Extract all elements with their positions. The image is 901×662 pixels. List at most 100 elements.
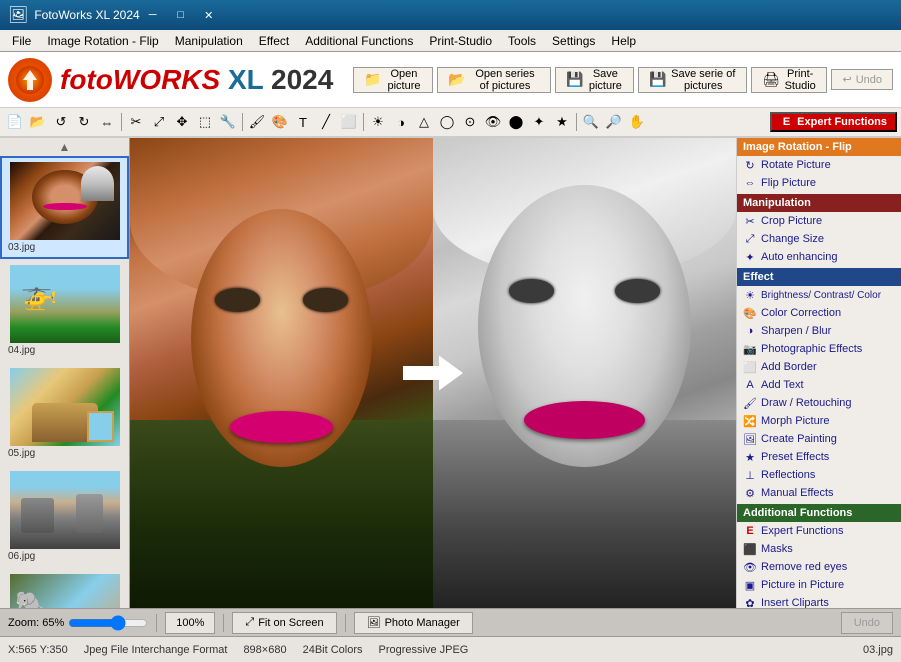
thumb-image-3 <box>10 471 120 549</box>
app-icon: 🖼 <box>8 5 28 25</box>
tool-crop[interactable]: ✂ <box>125 111 147 133</box>
tool-resize[interactable]: ⤢ <box>148 111 170 133</box>
auto-enhancing-item[interactable]: ✦ Auto enhancing <box>737 248 901 266</box>
tool-paint[interactable]: 🖌 <box>246 111 268 133</box>
add-border-item[interactable]: ⬜ Add Border <box>737 358 901 376</box>
thumbnail-item-1[interactable]: 🚁 04.jpg <box>0 259 129 362</box>
toolbar-separator-3 <box>363 113 364 131</box>
thumbnail-panel[interactable]: ▲ 03.jpg 🚁 04.jpg 05.jpg <box>0 138 130 608</box>
tool-sharpen[interactable]: △ <box>413 111 435 133</box>
tool-rotate-cw[interactable]: ↻ <box>73 111 95 133</box>
thumb-image-2 <box>10 368 120 446</box>
tool-text[interactable]: T <box>292 111 314 133</box>
menu-image-rotation[interactable]: Image Rotation - Flip <box>39 32 166 50</box>
change-size-item[interactable]: ⤢ Change Size <box>737 230 901 248</box>
rotate-picture-item[interactable]: ↻ Rotate Picture <box>737 156 901 174</box>
menu-print-studio[interactable]: Print-Studio <box>421 32 500 50</box>
menubar: File Image Rotation - Flip Manipulation … <box>0 30 901 52</box>
expert-functions-item[interactable]: E Expert Functions <box>737 522 901 540</box>
close-button[interactable]: ✕ <box>196 5 222 25</box>
thumbnail-item-0[interactable]: 03.jpg <box>0 156 129 259</box>
undo-button[interactable]: ↩ Undo <box>831 69 893 90</box>
logobar: fotoWORKS XL 2024 📁 Open picture 📂 Open … <box>0 52 901 108</box>
menu-file[interactable]: File <box>4 32 39 50</box>
zoom-100-button[interactable]: 100% <box>165 612 215 634</box>
additional-header[interactable]: Additional Functions <box>737 504 901 522</box>
maximize-button[interactable]: □ <box>168 5 194 25</box>
preset-icon: ★ <box>743 450 757 464</box>
tool-redeye[interactable]: 👁 <box>482 111 504 133</box>
undo-bottom-button[interactable]: Undo <box>841 612 893 634</box>
image-rotation-header[interactable]: Image Rotation - Flip <box>737 138 901 156</box>
tool-effect1[interactable]: ✦ <box>528 111 550 133</box>
tool-line[interactable]: ╱ <box>315 111 337 133</box>
menu-tools[interactable]: Tools <box>500 32 544 50</box>
logo-foto: foto <box>60 64 113 95</box>
logo-xl: XL <box>228 64 271 95</box>
photo-manager-button[interactable]: 🖼 Photo Manager <box>354 612 473 634</box>
print-studio-button[interactable]: 🖨 Print-Studio <box>751 67 827 93</box>
toolbar-separator-4 <box>576 113 577 131</box>
menu-additional[interactable]: Additional Functions <box>297 32 421 50</box>
photo-manager-icon: 🖼 <box>367 616 381 629</box>
print-icon: 🖨 <box>762 71 780 88</box>
masks-item[interactable]: ⬛ Masks <box>737 540 901 558</box>
tool-effect2[interactable]: ★ <box>551 111 573 133</box>
create-painting-item[interactable]: 🖼 Create Painting <box>737 430 901 448</box>
tool-color[interactable]: 🎨 <box>269 111 291 133</box>
tool-flip-h[interactable]: ⇔ <box>96 111 118 133</box>
photographic-effects-item[interactable]: 📷 Photographic Effects <box>737 340 901 358</box>
draw-retouching-item[interactable]: 🖌 Draw / Retouching <box>737 394 901 412</box>
tool-clone[interactable]: ⊙ <box>459 111 481 133</box>
thumbnail-item-4[interactable]: 🐘 Text 07.jpg <box>0 568 129 608</box>
tool-zoom-in[interactable]: 🔍 <box>580 111 602 133</box>
reflections-item[interactable]: ⊥ Reflections <box>737 466 901 484</box>
tool-contrast[interactable]: ◑ <box>390 111 412 133</box>
thumbnail-item-2[interactable]: 05.jpg <box>0 362 129 465</box>
menu-manipulation[interactable]: Manipulation <box>167 32 251 50</box>
toolbar-buttons: 📁 Open picture 📂 Open series of pictures… <box>353 67 893 93</box>
thumbnail-item-3[interactable]: 06.jpg <box>0 465 129 568</box>
save-picture-button[interactable]: 💾 Save picture <box>555 67 634 93</box>
scrollbar-up[interactable]: ▲ <box>0 138 129 156</box>
zoom-slider[interactable] <box>68 617 148 629</box>
morph-picture-item[interactable]: 🔀 Morph Picture <box>737 412 901 430</box>
save-serie-button[interactable]: 💾 Save serie of pictures <box>638 67 747 93</box>
tool-shape[interactable]: ⬜ <box>338 111 360 133</box>
bottom-sep-2 <box>223 614 224 632</box>
menu-settings[interactable]: Settings <box>544 32 603 50</box>
crop-picture-item[interactable]: ✂ Crop Picture <box>737 212 901 230</box>
sharpen-blur-item[interactable]: ◑ Sharpen / Blur <box>737 322 901 340</box>
tool-select[interactable]: ⬚ <box>194 111 216 133</box>
tool-move[interactable]: ✥ <box>171 111 193 133</box>
photo-effects-icon: 📷 <box>743 342 757 356</box>
tool-rotate-ccw[interactable]: ↺ <box>50 111 72 133</box>
tool-new[interactable]: 📄 <box>4 111 26 133</box>
manual-effects-item[interactable]: ⚙ Manual Effects <box>737 484 901 502</box>
effect-header[interactable]: Effect <box>737 268 901 286</box>
flip-picture-item[interactable]: ⇔ Flip Picture <box>737 174 901 192</box>
tool-open[interactable]: 📂 <box>27 111 49 133</box>
tool-zoom-out[interactable]: 🔎 <box>603 111 625 133</box>
tool-magic[interactable]: 🔧 <box>217 111 239 133</box>
open-picture-button[interactable]: 📁 Open picture <box>353 67 433 93</box>
fit-on-screen-button[interactable]: ⤢ Fit on Screen <box>232 612 336 634</box>
preset-effects-item[interactable]: ★ Preset Effects <box>737 448 901 466</box>
tool-stamp[interactable]: ⬤ <box>505 111 527 133</box>
toolbar-separator-1 <box>121 113 122 131</box>
picture-in-picture-item[interactable]: ▣ Picture in Picture <box>737 576 901 594</box>
expert-functions-button[interactable]: E Expert Functions <box>770 112 897 132</box>
add-text-item[interactable]: A Add Text <box>737 376 901 394</box>
brightness-item[interactable]: ☀ Brightness/ Contrast/ Color <box>737 286 901 304</box>
tool-hand[interactable]: ✋ <box>626 111 648 133</box>
color-correction-item[interactable]: 🎨 Color Correction <box>737 304 901 322</box>
manipulation-header[interactable]: Manipulation <box>737 194 901 212</box>
tool-brightness[interactable]: ☀ <box>367 111 389 133</box>
open-series-button[interactable]: 📂 Open series of pictures <box>437 67 551 93</box>
menu-effect[interactable]: Effect <box>251 32 297 50</box>
remove-red-eyes-item[interactable]: 👁 Remove red eyes <box>737 558 901 576</box>
minimize-button[interactable]: ─ <box>140 5 166 25</box>
menu-help[interactable]: Help <box>603 32 644 50</box>
insert-cliparts-item[interactable]: ✿ Insert Cliparts <box>737 594 901 608</box>
tool-blur[interactable]: ◯ <box>436 111 458 133</box>
